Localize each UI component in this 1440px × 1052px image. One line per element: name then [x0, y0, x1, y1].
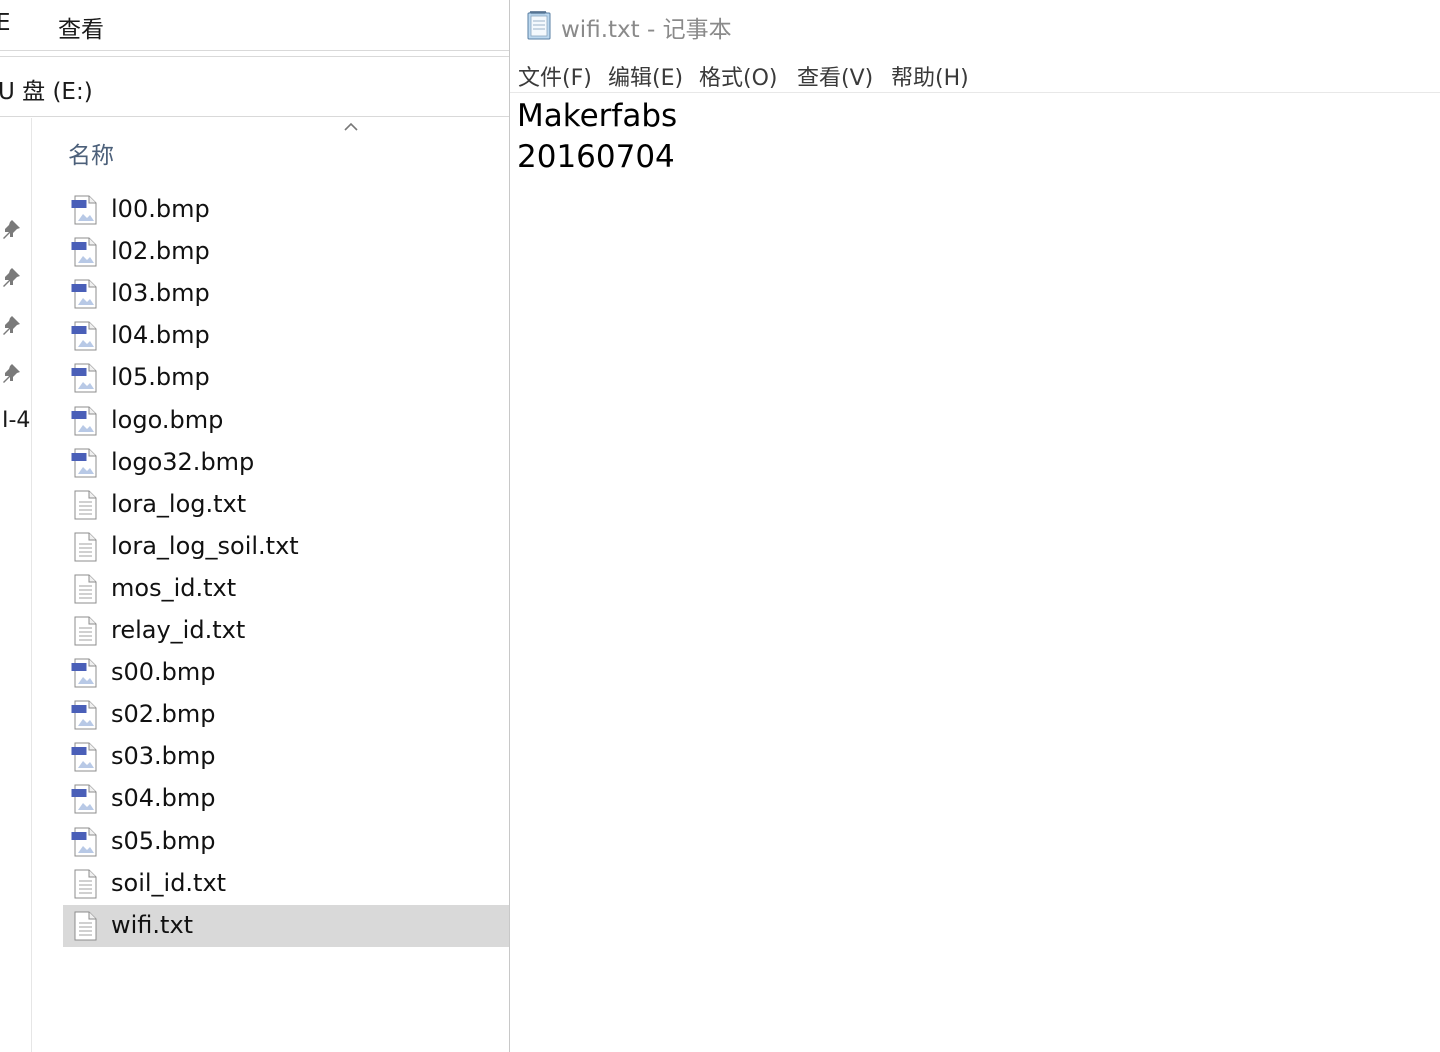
address-path[interactable]: U 盘 (E:)	[0, 72, 93, 106]
menu-bar: 文件(F) 编辑(E) 格式(O) 查看(V) 帮助(H)	[510, 56, 1440, 93]
file-name: s03.bmp	[111, 742, 216, 770]
file-row[interactable]: logo32.bmp	[63, 442, 509, 484]
file-name: l03.bmp	[111, 279, 210, 307]
file-name: relay_id.txt	[111, 616, 246, 644]
menu-file[interactable]: 文件(F)	[518, 60, 592, 92]
file-name: l02.bmp	[111, 237, 210, 265]
bmp-file-icon	[71, 658, 97, 688]
bmp-file-icon	[71, 195, 97, 225]
address-divider	[0, 116, 509, 117]
file-row[interactable]: mos_id.txt	[63, 568, 509, 610]
file-row[interactable]: lora_log.txt	[63, 484, 509, 526]
notepad-app-icon	[527, 11, 551, 40]
ribbon-divider-2	[0, 56, 509, 57]
ribbon-tab-view[interactable]: 查看	[58, 10, 104, 44]
text-file-icon	[74, 616, 97, 646]
file-row[interactable]: l00.bmp	[63, 189, 509, 231]
bmp-file-icon	[71, 742, 97, 772]
text-file-icon	[74, 490, 97, 520]
pin-icon[interactable]	[0, 218, 22, 240]
bmp-file-icon	[71, 700, 97, 730]
file-name: lora_log_soil.txt	[111, 532, 299, 560]
file-row[interactable]: l02.bmp	[63, 231, 509, 273]
text-file-icon	[74, 911, 97, 941]
file-name: logo.bmp	[111, 406, 224, 434]
file-name: s04.bmp	[111, 784, 216, 812]
file-row[interactable]: l05.bmp	[63, 357, 509, 399]
file-row[interactable]: s04.bmp	[63, 778, 509, 820]
bmp-file-icon	[71, 406, 97, 436]
column-header-name[interactable]: 名称	[68, 136, 114, 170]
bmp-file-icon	[71, 321, 97, 351]
file-row[interactable]: relay_id.txt	[63, 610, 509, 652]
address-bar[interactable]: U 盘 (E:)	[0, 58, 509, 116]
file-name: l05.bmp	[111, 363, 210, 391]
menu-edit[interactable]: 编辑(E)	[608, 60, 683, 92]
bmp-file-icon	[71, 784, 97, 814]
menu-help[interactable]: 帮助(H)	[891, 60, 969, 92]
file-name: l04.bmp	[111, 321, 210, 349]
notepad-window: wifi.txt - 记事本 文件(F) 编辑(E) 格式(O) 查看(V) 帮…	[509, 0, 1440, 1052]
menu-format[interactable]: 格式(O)	[699, 60, 777, 92]
text-file-icon	[74, 869, 97, 899]
file-row[interactable]: wifi.txt	[63, 905, 509, 947]
file-name: lora_log.txt	[111, 490, 247, 518]
bmp-file-icon	[71, 363, 97, 393]
window-title: wifi.txt - 记事本	[561, 17, 732, 43]
nav-item-partial-label[interactable]: I-4	[2, 408, 30, 433]
file-row[interactable]: s00.bmp	[63, 652, 509, 694]
ribbon-divider	[0, 50, 509, 51]
editor-line: 20160704	[517, 139, 675, 175]
text-file-icon	[74, 532, 97, 562]
file-name: logo32.bmp	[111, 448, 255, 476]
file-row[interactable]: s03.bmp	[63, 736, 509, 778]
navigation-pane: I-4	[0, 118, 32, 1052]
text-file-icon	[74, 574, 97, 604]
file-name: wifi.txt	[111, 911, 194, 939]
bmp-file-icon	[71, 237, 97, 267]
file-name: l00.bmp	[111, 195, 210, 223]
text-editor-area[interactable]: Makerfabs 20160704	[517, 96, 1435, 1046]
file-name: s02.bmp	[111, 700, 216, 728]
bmp-file-icon	[71, 827, 97, 857]
pin-icon[interactable]	[0, 362, 22, 384]
file-row[interactable]: logo.bmp	[63, 400, 509, 442]
file-name: mos_id.txt	[111, 574, 237, 602]
file-row[interactable]: s02.bmp	[63, 694, 509, 736]
file-name: s00.bmp	[111, 658, 216, 686]
bmp-file-icon	[71, 279, 97, 309]
file-row[interactable]: l03.bmp	[63, 273, 509, 315]
pin-icon[interactable]	[0, 314, 22, 336]
file-row[interactable]: s05.bmp	[63, 821, 509, 863]
ribbon-tab-partial[interactable]: E	[0, 10, 11, 36]
explorer-ribbon: E 查看	[0, 0, 509, 50]
file-explorer-window: E 查看 U 盘 (E:) I-4 名称 l00.bmp l02.bmp l03.b…	[0, 0, 509, 1052]
bmp-file-icon	[71, 448, 97, 478]
sort-ascending-icon	[344, 122, 358, 131]
editor-line: Makerfabs	[517, 98, 678, 134]
file-row[interactable]: l04.bmp	[63, 315, 509, 357]
menu-view[interactable]: 查看(V)	[797, 60, 873, 92]
file-name: soil_id.txt	[111, 869, 227, 897]
file-name: s05.bmp	[111, 827, 216, 855]
file-row[interactable]: lora_log_soil.txt	[63, 526, 509, 568]
file-row[interactable]: soil_id.txt	[63, 863, 509, 905]
pin-icon[interactable]	[0, 266, 22, 288]
